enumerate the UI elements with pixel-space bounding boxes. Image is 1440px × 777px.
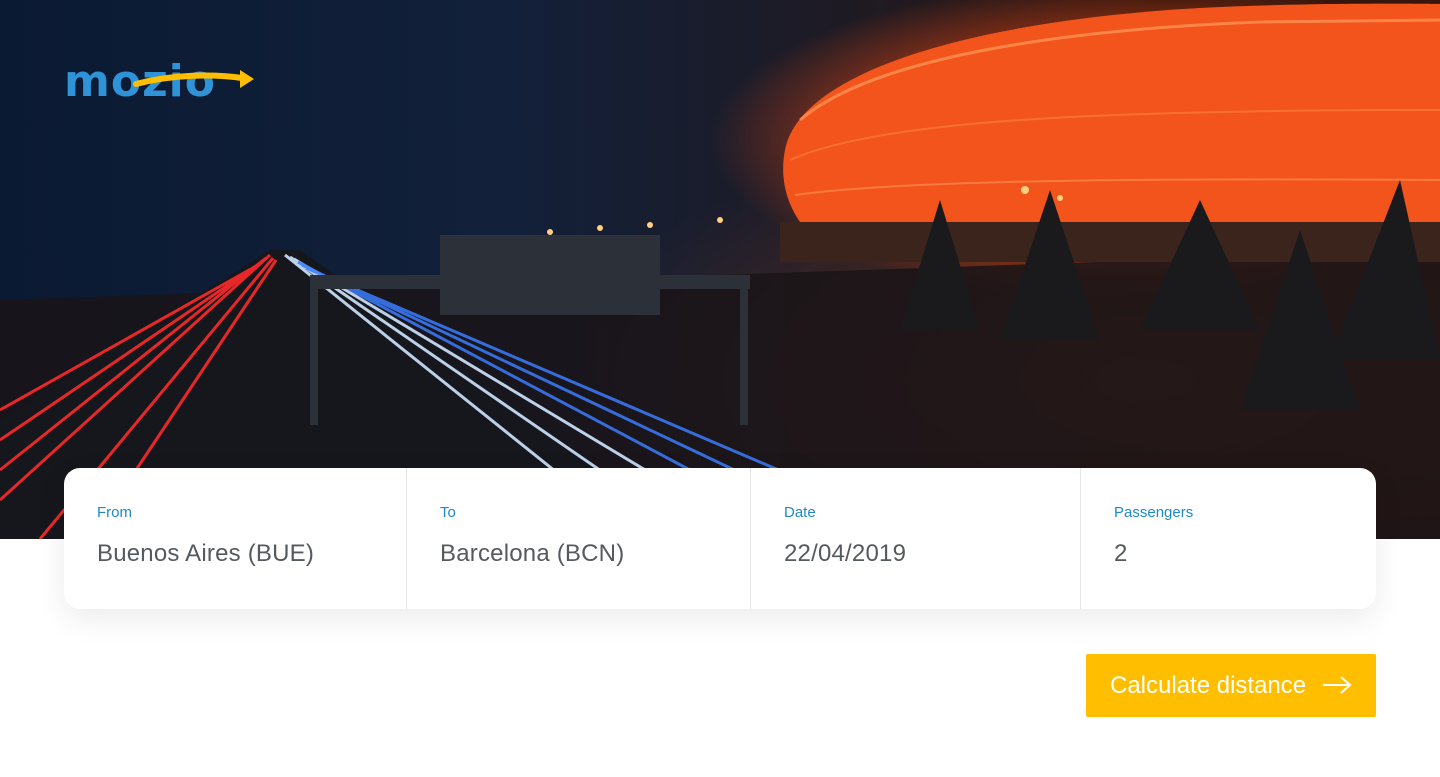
from-label: From — [97, 504, 132, 521]
arrow-right-icon — [1323, 676, 1352, 694]
from-field[interactable]: From Buenos Aires (BUE) — [64, 468, 407, 609]
logo-arrow-icon — [133, 70, 254, 88]
passengers-label: Passengers — [1114, 504, 1194, 521]
to-value[interactable]: Barcelona (BCN) — [440, 540, 624, 568]
from-value[interactable]: Buenos Aires (BUE) — [97, 540, 314, 568]
hero-banner: mozio — [0, 0, 1440, 539]
passengers-field[interactable]: Passengers 2 — [1081, 468, 1376, 609]
calculate-distance-label: Calculate distance — [1110, 671, 1307, 699]
search-card: From Buenos Aires (BUE) To Barcelona (BC… — [64, 468, 1376, 609]
mozio-logo[interactable]: mozio — [64, 60, 256, 108]
calculate-distance-button[interactable]: Calculate distance — [1086, 654, 1376, 717]
to-label: To — [440, 504, 456, 521]
date-field[interactable]: Date 22/04/2019 — [751, 468, 1081, 609]
to-field[interactable]: To Barcelona (BCN) — [407, 468, 751, 609]
date-label: Date — [784, 504, 816, 521]
date-value[interactable]: 22/04/2019 — [784, 540, 906, 568]
passengers-value[interactable]: 2 — [1114, 540, 1128, 568]
